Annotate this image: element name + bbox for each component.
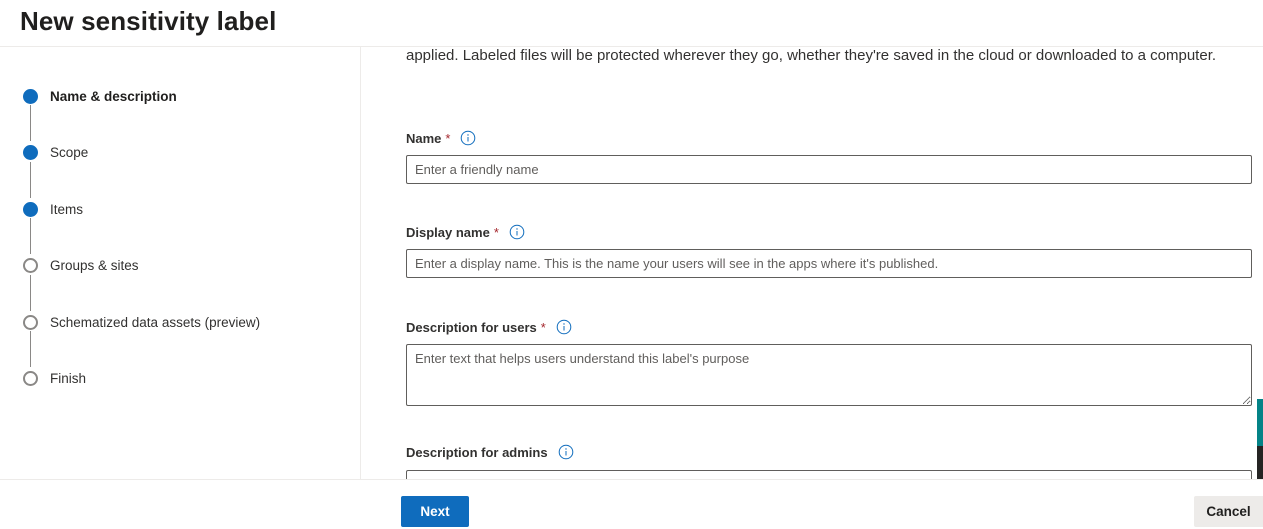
filled-circle-icon [23,144,38,160]
wizard-step-label: Finish [50,370,87,386]
filled-circle-icon [23,201,38,217]
empty-circle-icon [23,314,38,330]
empty-circle-icon [23,370,38,386]
filled-circle-icon [23,88,38,104]
description-users-label-text: Description for users [406,319,537,335]
wizard-step-groups-sites[interactable]: Groups & sites [23,255,139,275]
description-users-field-label: Description for users * [406,319,572,335]
wizard-step-name-description[interactable]: Name & description [23,86,177,106]
empty-circle-icon [23,257,38,273]
wizard-step-label: Scope [50,144,89,160]
display-name-field-label: Display name * [406,224,525,240]
display-name-label-text: Display name [406,224,490,240]
wizard-step-label: Name & description [50,88,177,104]
wizard-step-items[interactable]: Items [23,199,83,219]
form-content[interactable]: applied. Labeled files will be protected… [361,47,1263,479]
step-connector [30,331,31,367]
cancel-button[interactable]: Cancel [1194,496,1263,527]
name-label-text: Name [406,130,442,146]
name-field-label: Name * [406,130,476,146]
description-admins-field-label: Description for admins [406,444,574,460]
wizard-step-label: Schematized data assets (preview) [50,314,261,330]
step-connector [30,105,31,141]
wizard-step-schematized-data-assets[interactable]: Schematized data assets (preview) [23,312,260,332]
step-connector [30,218,31,254]
next-button[interactable]: Next [401,496,469,527]
display-name-input[interactable] [406,249,1252,278]
required-marker: * [445,130,451,146]
page-title: New sensitivity label [20,6,277,36]
step-connector [30,275,31,311]
info-icon[interactable] [460,130,476,146]
intro-text: applied. Labeled files will be protected… [406,47,1217,64]
required-marker: * [540,319,546,335]
floating-action-edge[interactable] [1257,399,1263,446]
required-marker: * [493,224,499,240]
info-icon[interactable] [509,224,525,240]
wizard-step-label: Items [50,201,84,217]
wizard-step-label: Groups & sites [50,257,139,273]
wizard-step-finish[interactable]: Finish [23,368,86,388]
wizard-step-scope[interactable]: Scope [23,142,88,162]
step-connector [30,162,31,198]
description-users-textarea[interactable] [406,344,1252,406]
info-icon[interactable] [556,319,572,335]
info-icon[interactable] [558,444,574,460]
wizard-steps-panel: Name & description Scope Items Groups & … [0,47,361,479]
wizard-footer: Next Cancel [0,479,1263,529]
description-admins-label-text: Description for admins [406,444,548,460]
description-admins-textarea[interactable] [406,470,1252,479]
name-input[interactable] [406,155,1252,184]
